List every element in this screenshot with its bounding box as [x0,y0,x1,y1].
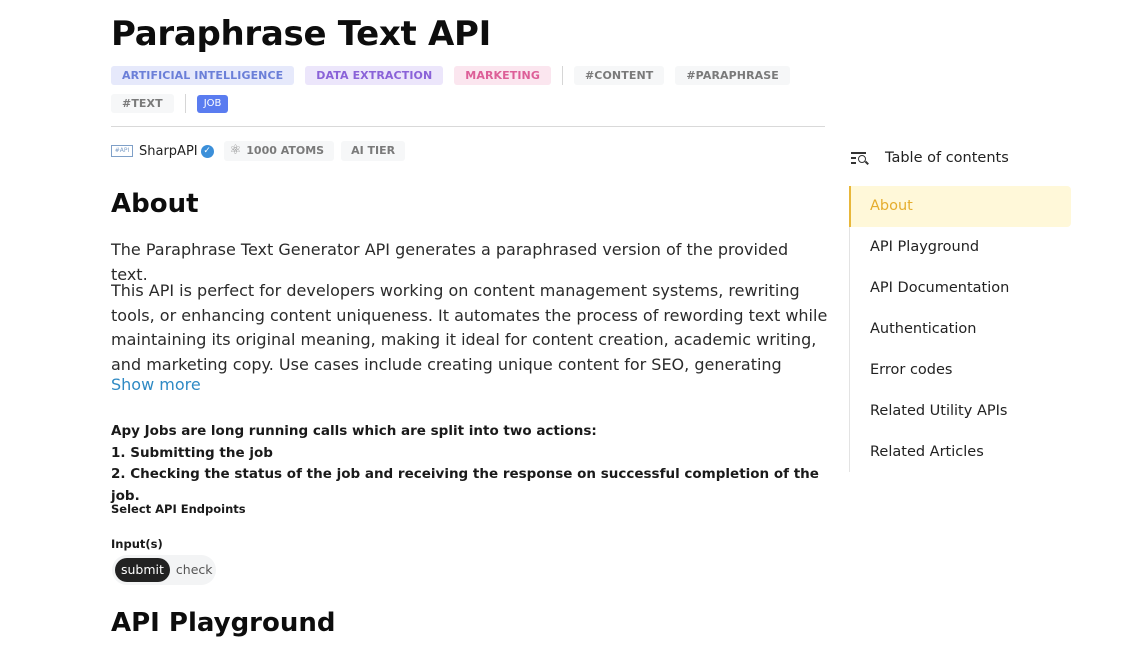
endpoint-selector: submit check [112,555,216,585]
toc-item-about[interactable]: About [849,186,1071,227]
toc-item-related-utility-apis[interactable]: Related Utility APIs [850,391,1071,432]
tier-label: AI TIER [351,144,396,157]
about-heading: About [111,189,199,219]
jobs-step-1: 1. Submitting the job [111,444,273,461]
tag-separator [561,66,563,85]
tag-list: ARTIFICIAL INTELLIGENCE DATA EXTRACTION … [111,66,825,113]
atoms-cost-chip: ⚛ 1000 ATOMS [223,141,335,161]
toc-item-api-documentation[interactable]: API Documentation [850,268,1071,309]
hashtag-content[interactable]: #CONTENT [573,66,665,85]
toc-list: About API Playground API Documentation A… [849,186,1071,472]
jobs-step-2: 2. Checking the status of the job and re… [111,466,819,504]
tier-chip: AI TIER [341,141,406,161]
atoms-cost-label: 1000 ATOMS [246,144,325,157]
toc-header: Table of contents [851,150,1009,166]
toc-item-error-codes[interactable]: Error codes [850,350,1071,391]
api-meta-row: #API SharpAPI ✓ ⚛ 1000 ATOMS AI TIER [111,141,412,161]
category-tag-marketing[interactable]: MARKETING [454,66,551,85]
verified-check-icon: ✓ [200,144,214,158]
atom-icon: ⚛ [229,143,242,158]
select-endpoints-label: Select API Endpoints [111,502,246,516]
toc-item-related-articles[interactable]: Related Articles [850,432,1071,473]
category-tag-data-extraction[interactable]: DATA EXTRACTION [305,66,444,85]
toc-item-api-playground[interactable]: API Playground [850,227,1071,268]
inputs-label: Input(s) [111,537,163,551]
jobs-explanation: Apy Jobs are long running calls which ar… [111,421,825,507]
provider-logo-icon: #API [111,145,133,157]
header-divider [111,126,825,127]
api-playground-heading: API Playground [111,608,336,638]
jobs-intro: Apy Jobs are long running calls which ar… [111,423,597,439]
provider-name-link[interactable]: SharpAPI [139,144,198,159]
category-tag-artificial-intelligence[interactable]: ARTIFICIAL INTELLIGENCE [111,66,295,85]
endpoint-submit-button[interactable]: submit [115,558,170,582]
toc-item-authentication[interactable]: Authentication [850,309,1071,350]
endpoint-check-button[interactable]: check [170,558,219,582]
page-title: Paraphrase Text API [111,14,491,54]
toc-title: Table of contents [885,150,1009,166]
hashtag-paraphrase[interactable]: #PARAPHRASE [675,66,790,85]
toc-search-icon [851,151,869,165]
about-description: This API is perfect for developers worki… [111,281,828,374]
job-type-badge: JOB [196,94,229,113]
hashtag-text[interactable]: #TEXT [111,94,174,113]
show-more-link[interactable]: Show more [111,375,201,394]
tag-separator [184,94,186,113]
